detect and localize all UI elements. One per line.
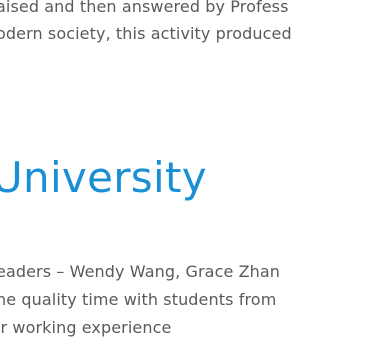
section-text-line: eaders – Wendy Wang, Grace Zhan — [0, 262, 281, 281]
intro-text-line: odern society, this activity produced — [0, 24, 292, 43]
section-text-line: ir working experience — [0, 318, 172, 337]
section-heading: University — [0, 153, 207, 202]
section-text-line: ne quality time with students from — [0, 290, 277, 309]
intro-text-line: aised and then answered by Profess — [0, 0, 289, 16]
article-page: aised and then answered by Profess odern… — [0, 0, 389, 356]
